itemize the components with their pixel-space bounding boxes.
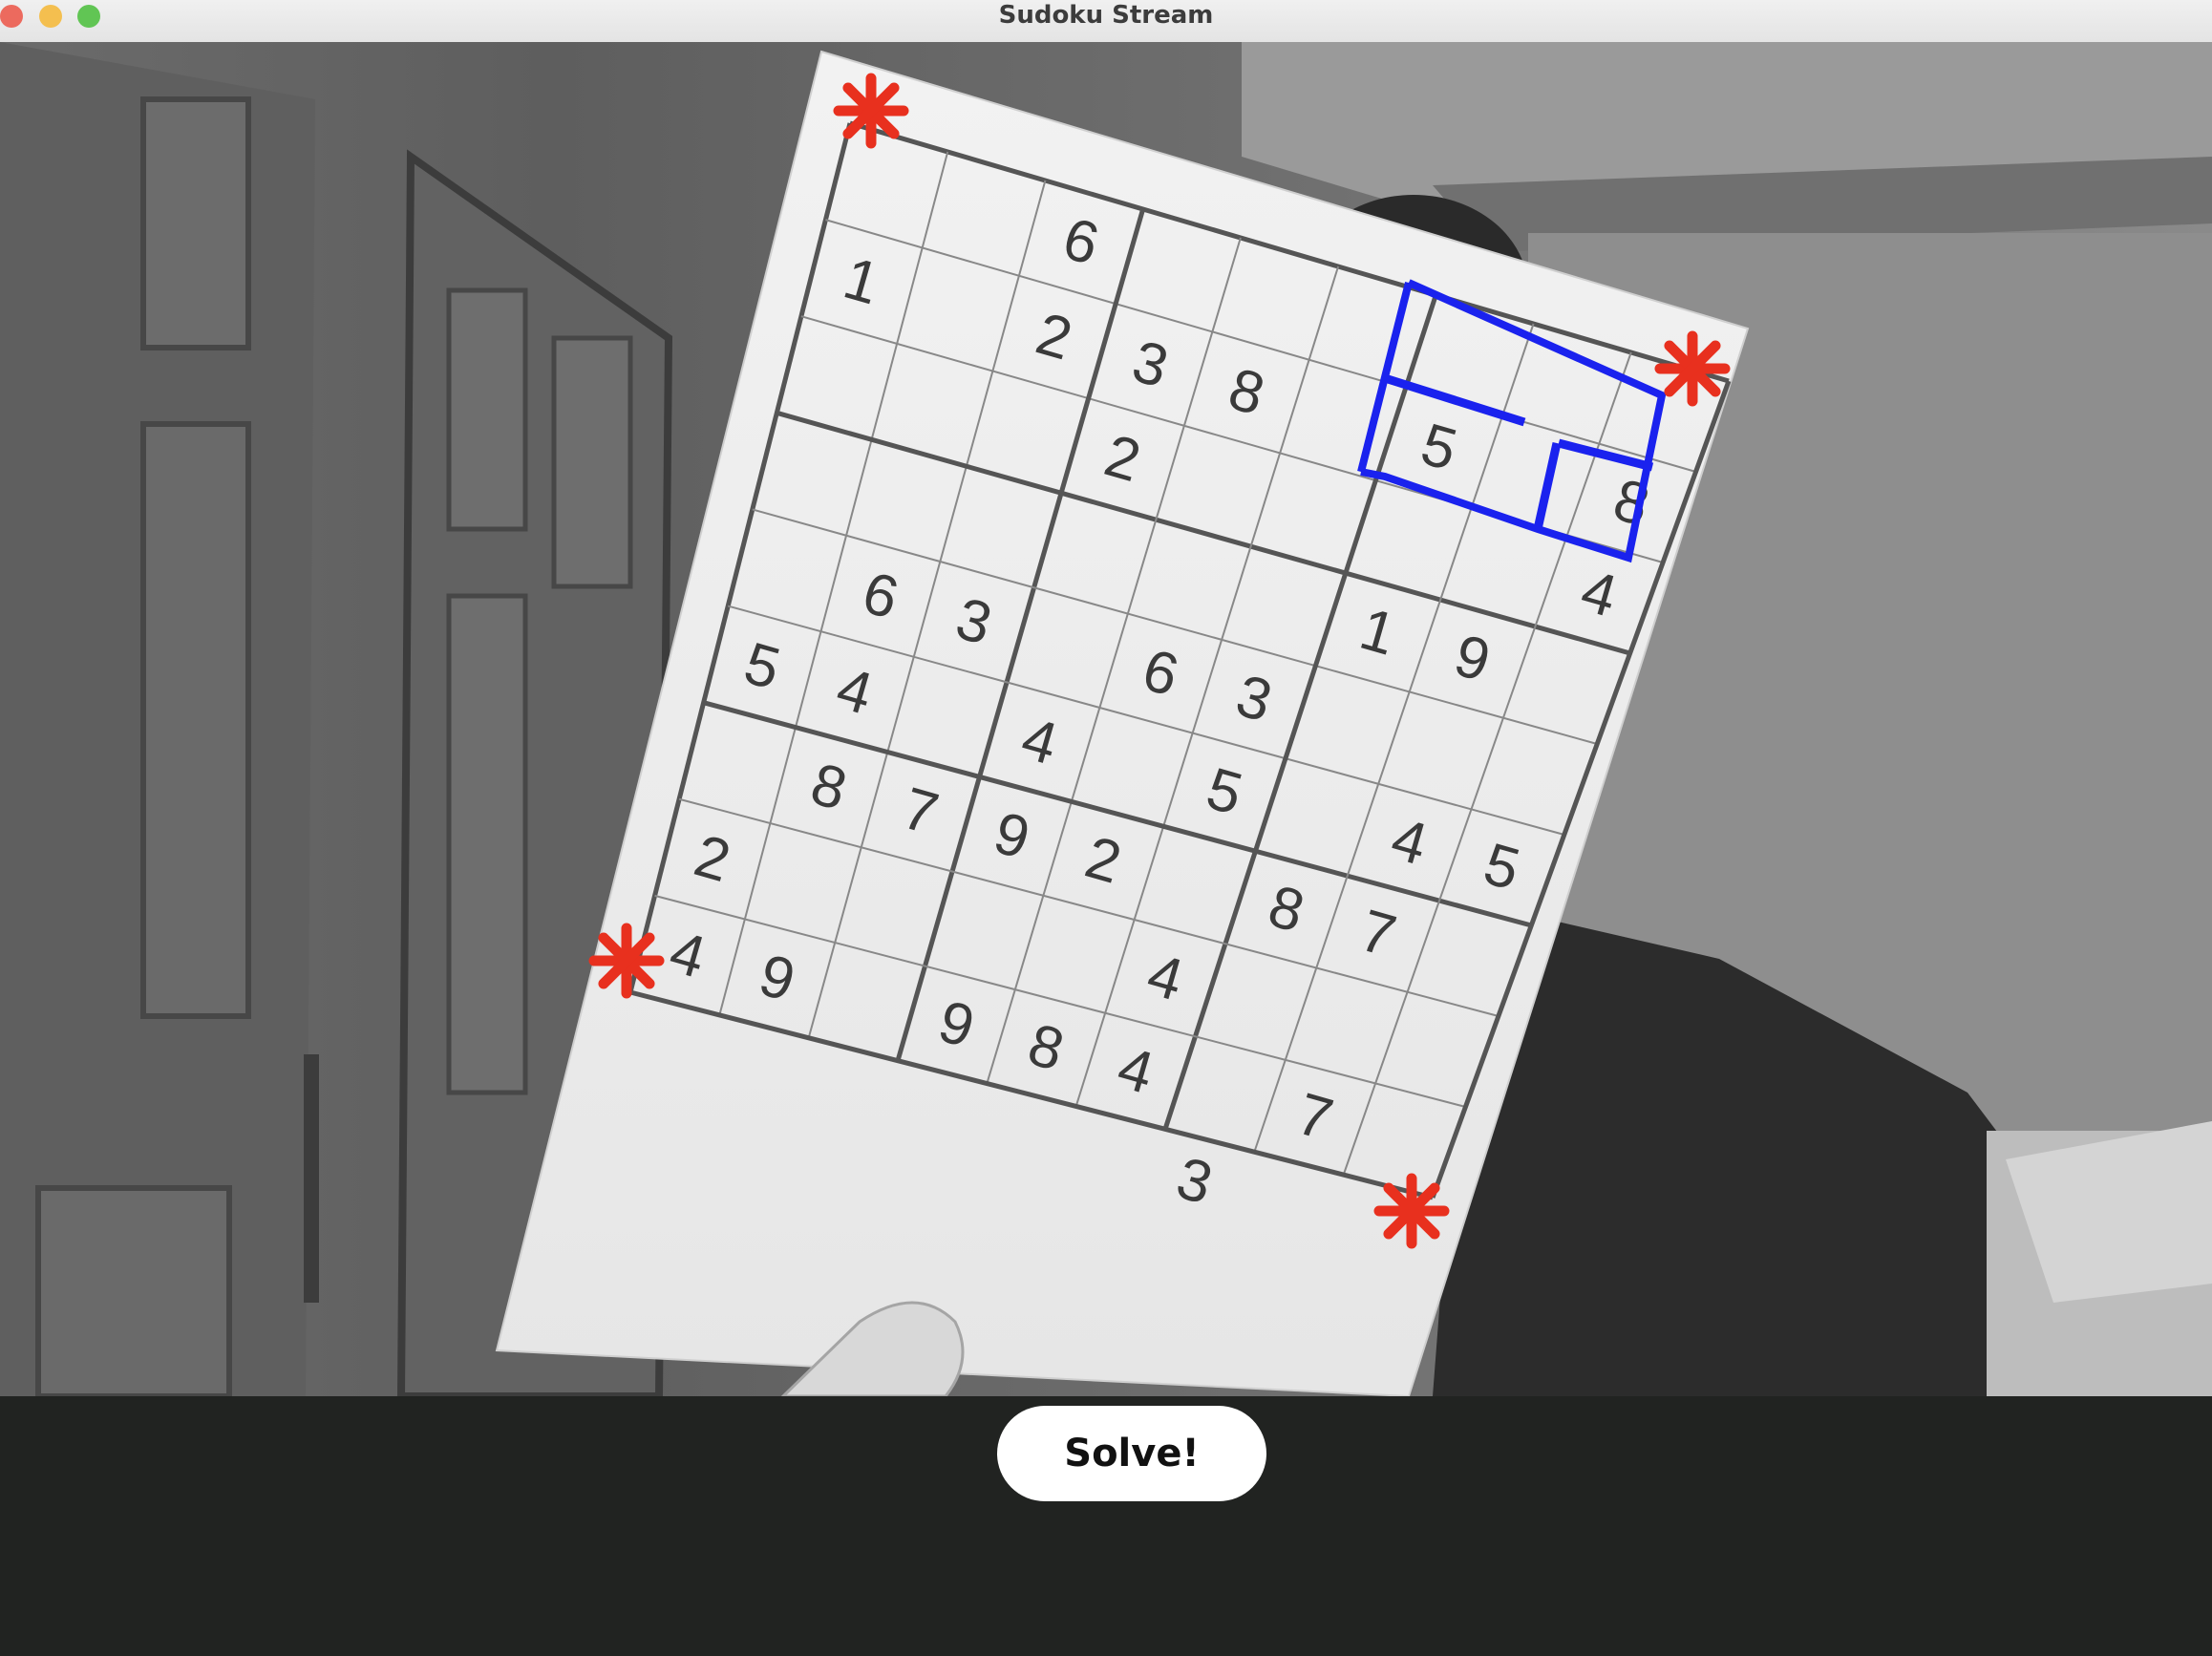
door-panel-4 [446,287,528,532]
corner-marker-icon [1654,330,1731,407]
window-title: Sudoku Stream [998,1,1214,30]
door-knob [304,1054,319,1303]
door-panel-2 [140,421,251,1019]
door-panel-5 [551,335,633,589]
camera-feed: 612385824196363544545879287244998473 [0,42,2212,1396]
door-panel-6 [446,593,528,1095]
corner-marker-icon [833,73,909,149]
corner-marker-icon [588,923,665,999]
solve-button[interactable]: Solve! [997,1406,1266,1501]
door-panel-3 [35,1185,232,1396]
bottom-toolbar: Solve! [0,1396,2212,1656]
title-bar: Sudoku Stream [0,0,2212,43]
corner-marker-icon [1373,1173,1450,1249]
door-panel-1 [140,96,251,350]
